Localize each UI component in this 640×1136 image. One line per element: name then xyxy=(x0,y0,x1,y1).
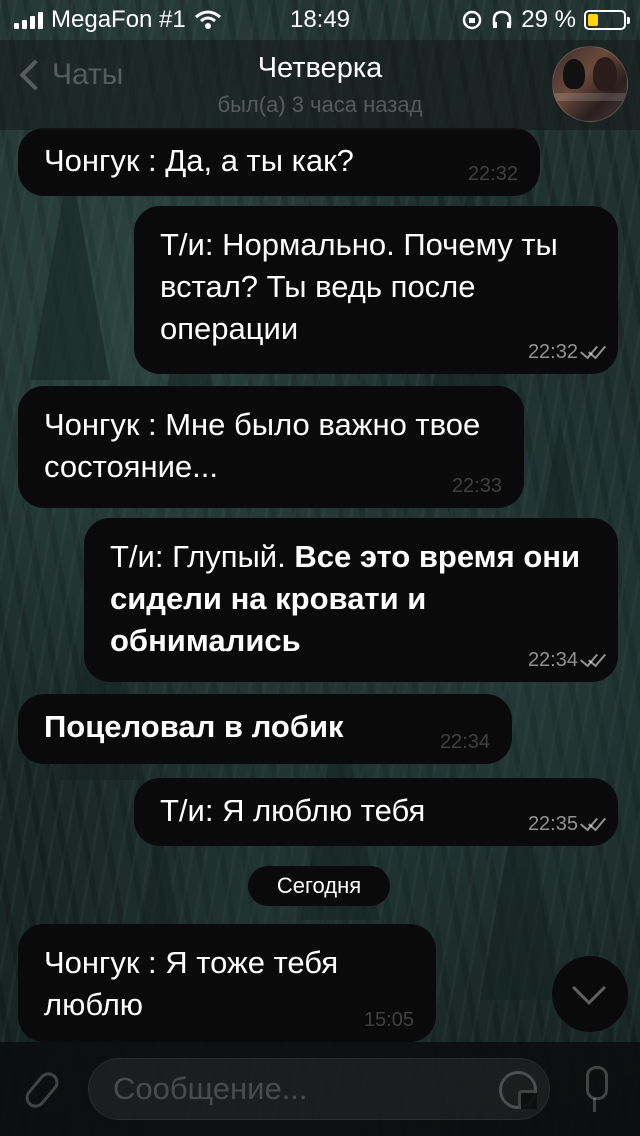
sticker-icon[interactable] xyxy=(499,1071,537,1109)
message-text: Поцеловал в лобик xyxy=(44,709,344,744)
message-time: 15:05 xyxy=(363,1009,414,1031)
message-bubble-outgoing[interactable]: Т/и: Я люблю тебя 22:35 xyxy=(134,778,618,846)
message-bubble-incoming[interactable]: Чонгук : Да, а ты как? 22:32 xyxy=(18,128,540,196)
message-text: Т/и: Нормально. Почему ты встал? Ты ведь… xyxy=(160,227,558,346)
message-time: 22:34 xyxy=(439,731,490,753)
message-bubble-incoming[interactable]: Чонгук : Я тоже тебя люблю 15:05 xyxy=(18,924,436,1042)
chevron-down-icon xyxy=(572,971,606,1005)
message-input-bar xyxy=(0,1042,640,1136)
message-time: 22:32 xyxy=(527,341,578,363)
message-bubble-incoming[interactable]: Чонгук : Мне было важно твое состояние..… xyxy=(18,386,524,508)
scroll-to-bottom-button[interactable] xyxy=(552,956,628,1032)
message-time: 22:35 xyxy=(527,813,578,835)
battery-icon xyxy=(584,10,630,30)
date-separator: Сегодня xyxy=(248,866,390,906)
status-time: 18:49 xyxy=(289,6,351,33)
message-text: Чонгук : Мне было важно твое состояние..… xyxy=(44,407,481,484)
message-time: 22:34 xyxy=(527,649,578,671)
last-seen-status: был(а) 3 часа назад xyxy=(217,92,423,117)
message-input[interactable] xyxy=(113,1069,493,1109)
message-text-plain: Т/и: Глупый. xyxy=(110,539,295,574)
microphone-icon[interactable] xyxy=(574,1066,614,1114)
read-checkmarks-icon xyxy=(580,344,606,360)
chat-avatar[interactable] xyxy=(552,46,628,122)
message-bubble-incoming[interactable]: Поцеловал в лобик 22:34 xyxy=(18,694,512,764)
message-time: 22:32 xyxy=(467,163,518,185)
chat-title[interactable]: Четверка xyxy=(0,52,640,85)
message-text: Чонгук : Я тоже тебя люблю xyxy=(44,945,339,1022)
read-checkmarks-icon xyxy=(580,652,606,668)
message-text: Чонгук : Да, а ты как? xyxy=(44,143,354,178)
message-time: 22:33 xyxy=(451,475,502,497)
message-bubble-outgoing[interactable]: Т/и: Глупый. Все это время они сидели на… xyxy=(84,518,618,682)
battery-level-fill xyxy=(588,14,598,26)
status-bar: MegaFon #1 18:49 29 % xyxy=(0,0,640,40)
chat-header: Чаты Четверка был(а) 3 часа назад xyxy=(0,40,640,130)
read-checkmarks-icon xyxy=(580,816,606,832)
message-bubble-outgoing[interactable]: Т/и: Нормально. Почему ты встал? Ты ведь… xyxy=(134,206,618,374)
paperclip-icon[interactable] xyxy=(24,1070,60,1106)
message-text: Т/и: Я люблю тебя xyxy=(160,793,426,828)
message-input-container[interactable] xyxy=(88,1058,550,1120)
